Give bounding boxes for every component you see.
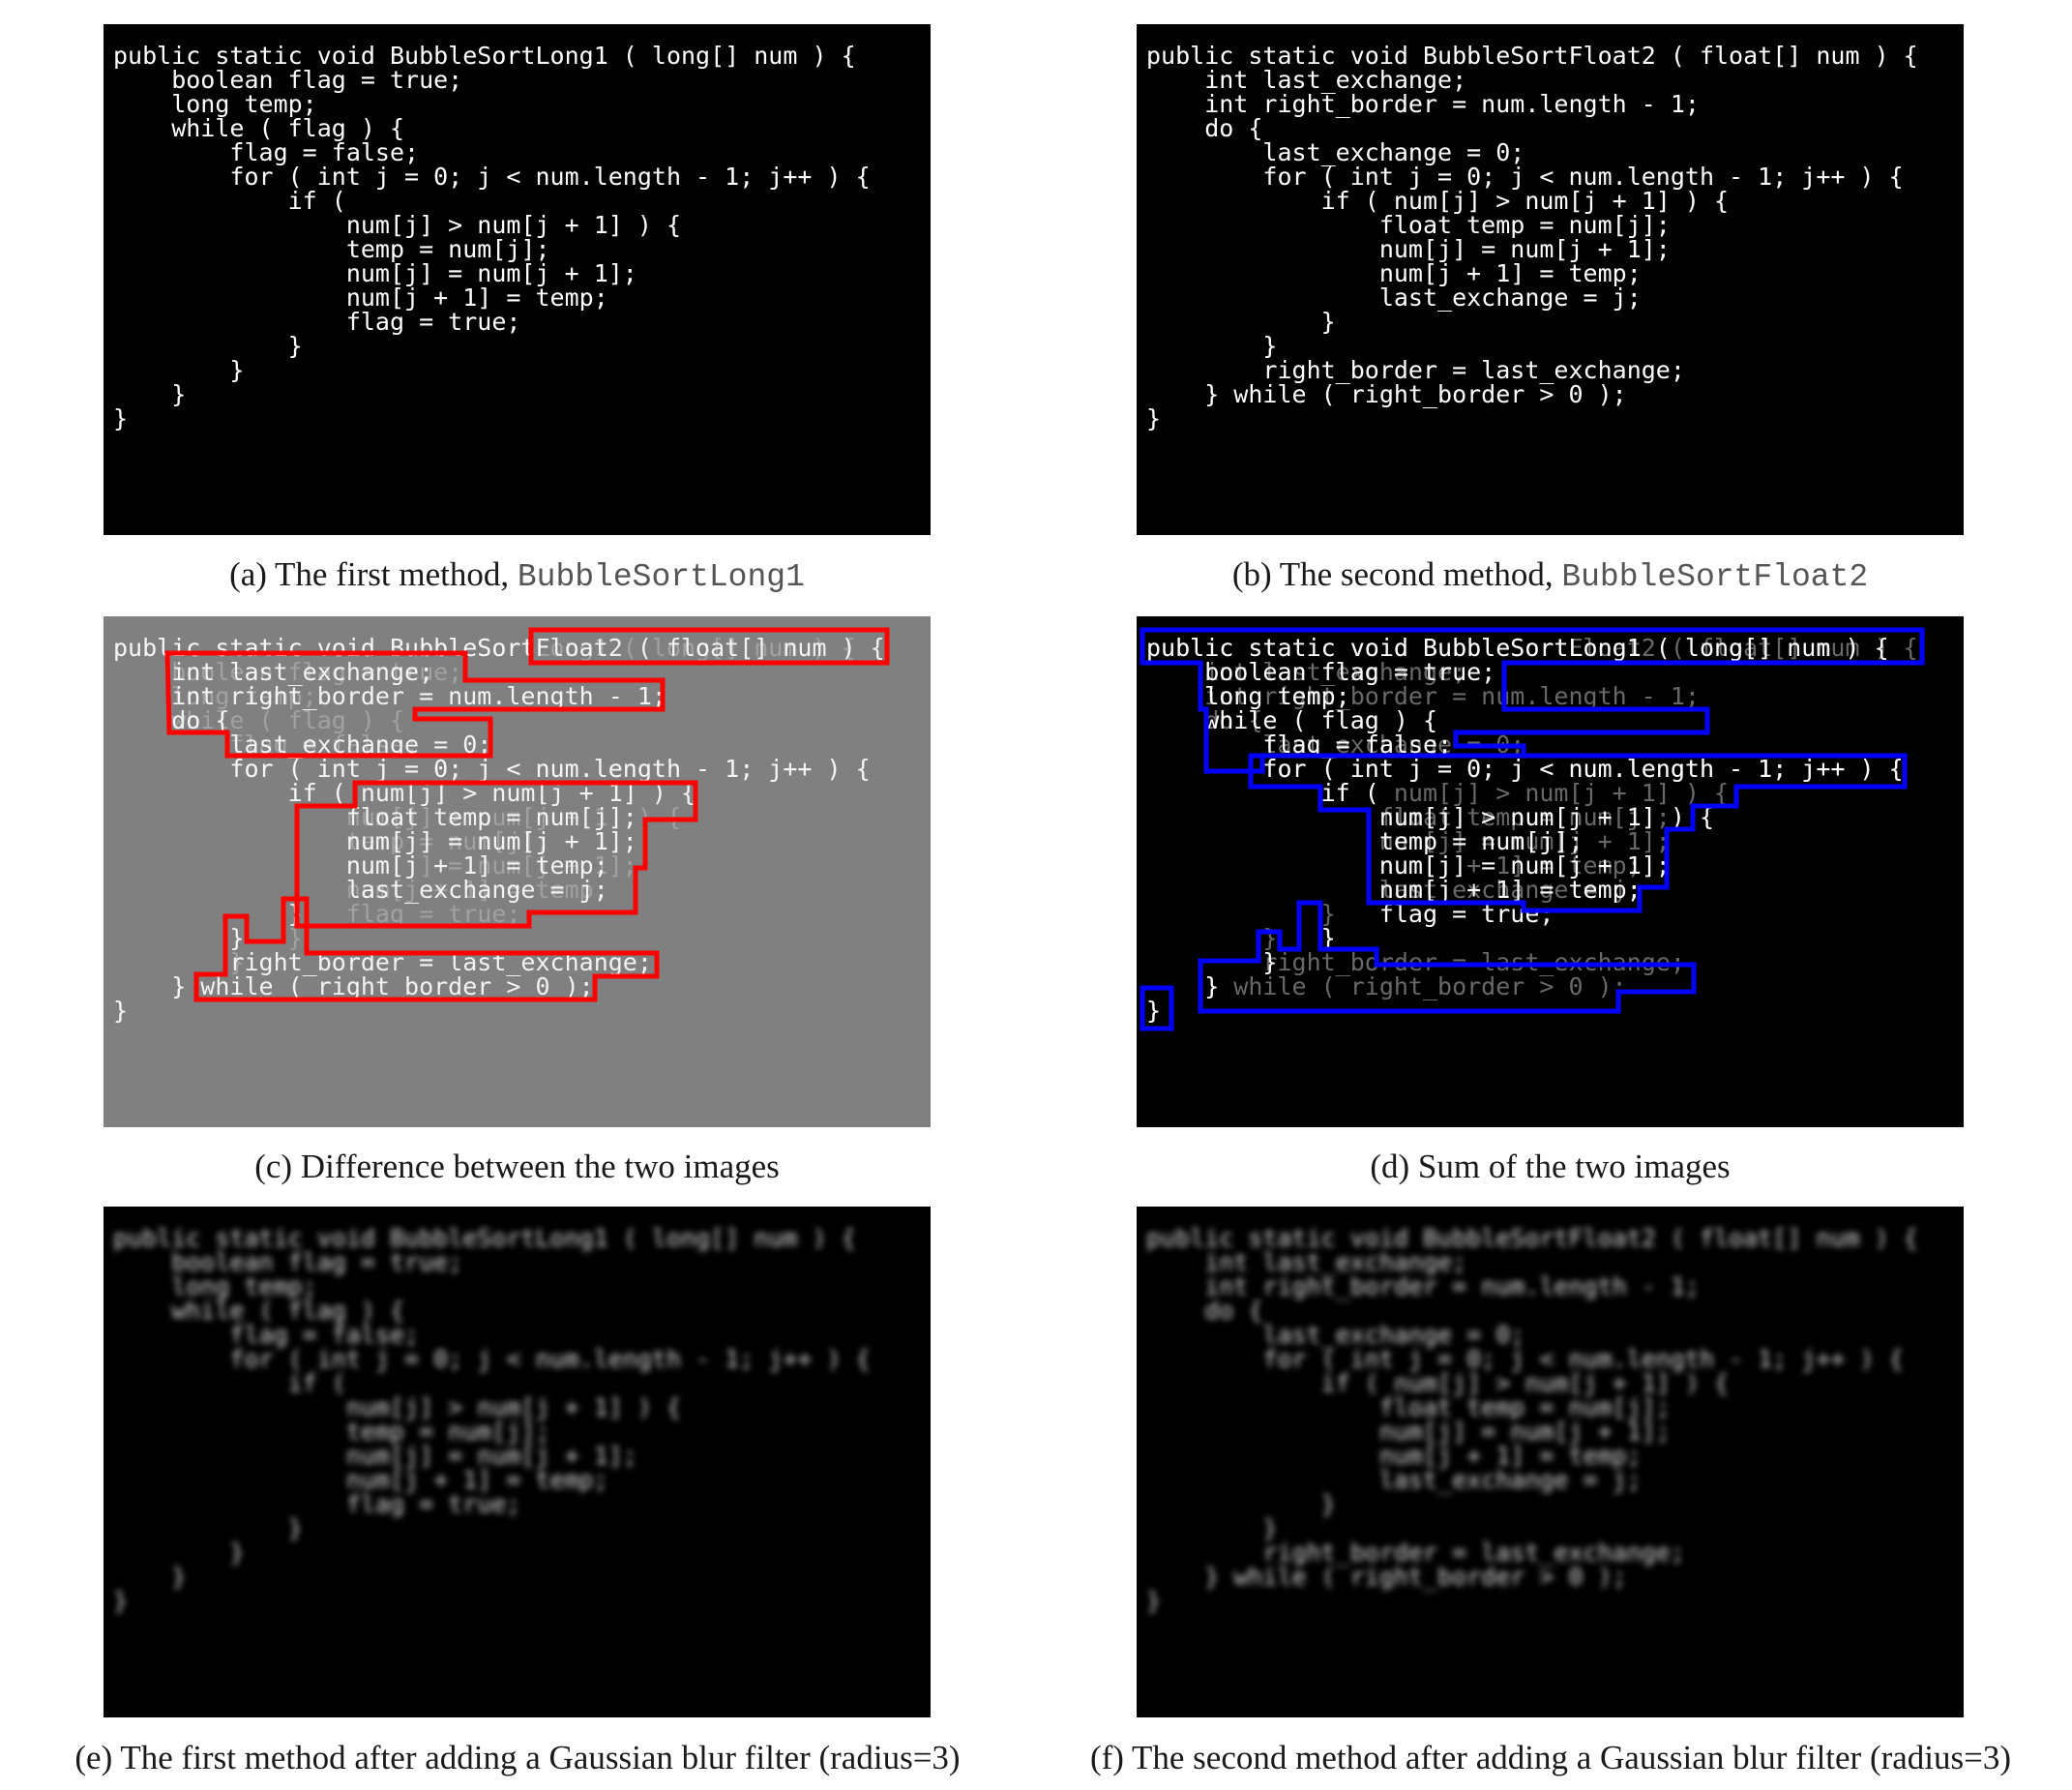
code-line: } <box>1146 332 1278 360</box>
code-line: if ( num[j] > num[j + 1] ) { <box>1146 1369 1730 1397</box>
code-line: right_border = last_exchange; <box>1146 1538 1685 1566</box>
code-line: if ( <box>113 187 346 215</box>
caption-a: (a) The first method, BubbleSortLong1 <box>104 555 931 595</box>
code-line: num[j] = num[j + 1]; <box>113 1442 637 1470</box>
code-line: float temp = num[j]; <box>1146 1393 1671 1421</box>
panel-c-difference: public static void BubbleSortLong1 ( lon… <box>104 616 931 1127</box>
sum-outlines <box>1140 627 1925 1031</box>
code-line: long temp; <box>113 1272 317 1300</box>
code-line: temp = num[j]; <box>113 235 550 263</box>
code-line: float temp = num[j]; <box>1146 211 1671 239</box>
code-line: public static void BubbleSortLong1 ( lon… <box>113 1224 856 1252</box>
code-line: public static void BubbleSortFloat2 ( fl… <box>1146 1224 1918 1252</box>
code-method1: public static void BubbleSortLong1 ( lon… <box>113 44 871 431</box>
code-line: flag = false; <box>113 138 420 166</box>
code-line: } <box>113 1563 187 1591</box>
code-line: } <box>1146 404 1162 433</box>
sum-region-top <box>1140 627 1925 774</box>
code-method2: public static void BubbleSortFloat2 ( fl… <box>1146 44 1918 431</box>
code-line: int right_border = num.length - 1; <box>1146 90 1700 118</box>
code-line: flag = true; <box>113 308 521 336</box>
code-line: public static void BubbleSortFloat2 ( fl… <box>1146 42 1918 70</box>
diff-region-swap-body <box>294 780 698 929</box>
code-line: num[j + 1] = temp; <box>1146 259 1642 287</box>
code-line: right_border = last_exchange; <box>1146 356 1685 384</box>
caption-a-method-name: BubbleSortLong1 <box>517 559 805 595</box>
code-line: } <box>113 1538 245 1566</box>
code-line: } <box>1146 308 1336 336</box>
code-line: while ( flag ) { <box>113 1297 405 1325</box>
code-line: int right_border = num.length - 1; <box>1146 1272 1700 1300</box>
code-line: long temp; <box>113 90 317 118</box>
code-line: } while ( right_border > 0 ); <box>1146 1563 1627 1591</box>
code-line: num[j] > num[j + 1] ) { <box>113 1393 681 1421</box>
code-line: } <box>113 1587 129 1615</box>
sum-region-closing-brace <box>1140 985 1174 1031</box>
code-line: while ( flag ) { <box>113 114 405 142</box>
caption-b-text: (b) The second method, <box>1231 555 1562 593</box>
code-line: for ( int j = 0; j < num.length - 1; j++… <box>113 1345 871 1373</box>
code-line: num[j] > num[j + 1] ) { <box>113 211 681 239</box>
code-line: do { <box>1146 114 1263 142</box>
panel-e-blur-method1: public static void BubbleSortLong1 ( lon… <box>104 1207 931 1717</box>
code-line: } <box>1146 1587 1162 1615</box>
code-line: if ( <box>113 1369 346 1397</box>
code-line: last_exchange = j; <box>1146 1466 1642 1494</box>
code-line: num[j] = num[j + 1]; <box>1146 235 1671 263</box>
code-line: last_exchange = 0; <box>1146 138 1525 166</box>
panel-f-blur-method2: public static void BubbleSortFloat2 ( fl… <box>1137 1207 1964 1717</box>
code-line: last_exchange = j; <box>1146 283 1642 312</box>
code-line: boolean flag = true; <box>113 66 463 94</box>
code-line: } <box>113 404 129 433</box>
caption-d: (d) Sum of the two images <box>1370 1148 1731 1185</box>
code-line: } <box>113 332 303 360</box>
code-line: do { <box>1146 1297 1263 1325</box>
code-line: for ( int j = 0; j < num.length - 1; j++… <box>1146 1345 1904 1373</box>
code-line: public static void BubbleSortLong1 ( lon… <box>113 42 856 70</box>
panel-b-method2: public static void BubbleSortFloat2 ( fl… <box>1137 24 1964 535</box>
code-line: int last_exchange; <box>1146 66 1467 94</box>
sum-region-loop <box>1248 753 1908 913</box>
diff-region-declarations <box>164 650 666 759</box>
code-line: num[j + 1] = temp; <box>113 283 608 312</box>
blurred-code-method1: public static void BubbleSortLong1 ( lon… <box>113 1226 871 1613</box>
code-line: } <box>113 380 187 408</box>
code-line: num[j] = num[j + 1]; <box>113 259 637 287</box>
code-line: } <box>1146 1514 1278 1542</box>
code-line: temp = num[j]; <box>113 1417 550 1446</box>
code-line: } while ( right_border > 0 ); <box>1146 380 1627 408</box>
code-line: flag = false; <box>113 1321 420 1349</box>
panel-a-method1: public static void BubbleSortLong1 ( lon… <box>104 24 931 535</box>
sum-region-end <box>1198 900 1697 1014</box>
code-line: for ( int j = 0; j < num.length - 1; j++… <box>113 163 871 191</box>
code-line: for ( int j = 0; j < num.length - 1; j++… <box>1146 163 1904 191</box>
code-line: } <box>113 1514 303 1542</box>
caption-a-text: (a) The first method, <box>229 555 518 593</box>
difference-outlines <box>164 627 890 1002</box>
code-line: num[j] = num[j + 1]; <box>1146 1417 1671 1446</box>
caption-b: (b) The second method, BubbleSortFloat2 <box>1137 555 1964 595</box>
diff-region-signature <box>528 627 890 666</box>
blurred-code-method2: public static void BubbleSortFloat2 ( fl… <box>1146 1226 1918 1613</box>
code-line: num[j + 1] = temp; <box>113 1466 608 1494</box>
caption-c: (c) Difference between the two images <box>254 1148 780 1185</box>
code-line: int last_exchange; <box>1146 1248 1467 1276</box>
caption-f: (f) The second method after adding a Gau… <box>1089 1739 2012 1776</box>
panel-d-sum: public static void BubbleSortFloat2 ( fl… <box>1137 616 1964 1127</box>
code-line: last_exchange = 0; <box>1146 1321 1525 1349</box>
caption-b-method-name: BubbleSortFloat2 <box>1561 559 1869 595</box>
code-line: boolean flag = true; <box>113 1248 463 1276</box>
code-line: flag = true; <box>113 1490 521 1518</box>
code-line: num[j + 1] = temp; <box>1146 1442 1642 1470</box>
code-line: } <box>1146 1490 1336 1518</box>
code-line: if ( num[j] > num[j + 1] ) { <box>1146 187 1730 215</box>
code-line: } <box>113 356 245 384</box>
caption-e: (e) The first method after adding a Gaus… <box>74 1739 961 1776</box>
